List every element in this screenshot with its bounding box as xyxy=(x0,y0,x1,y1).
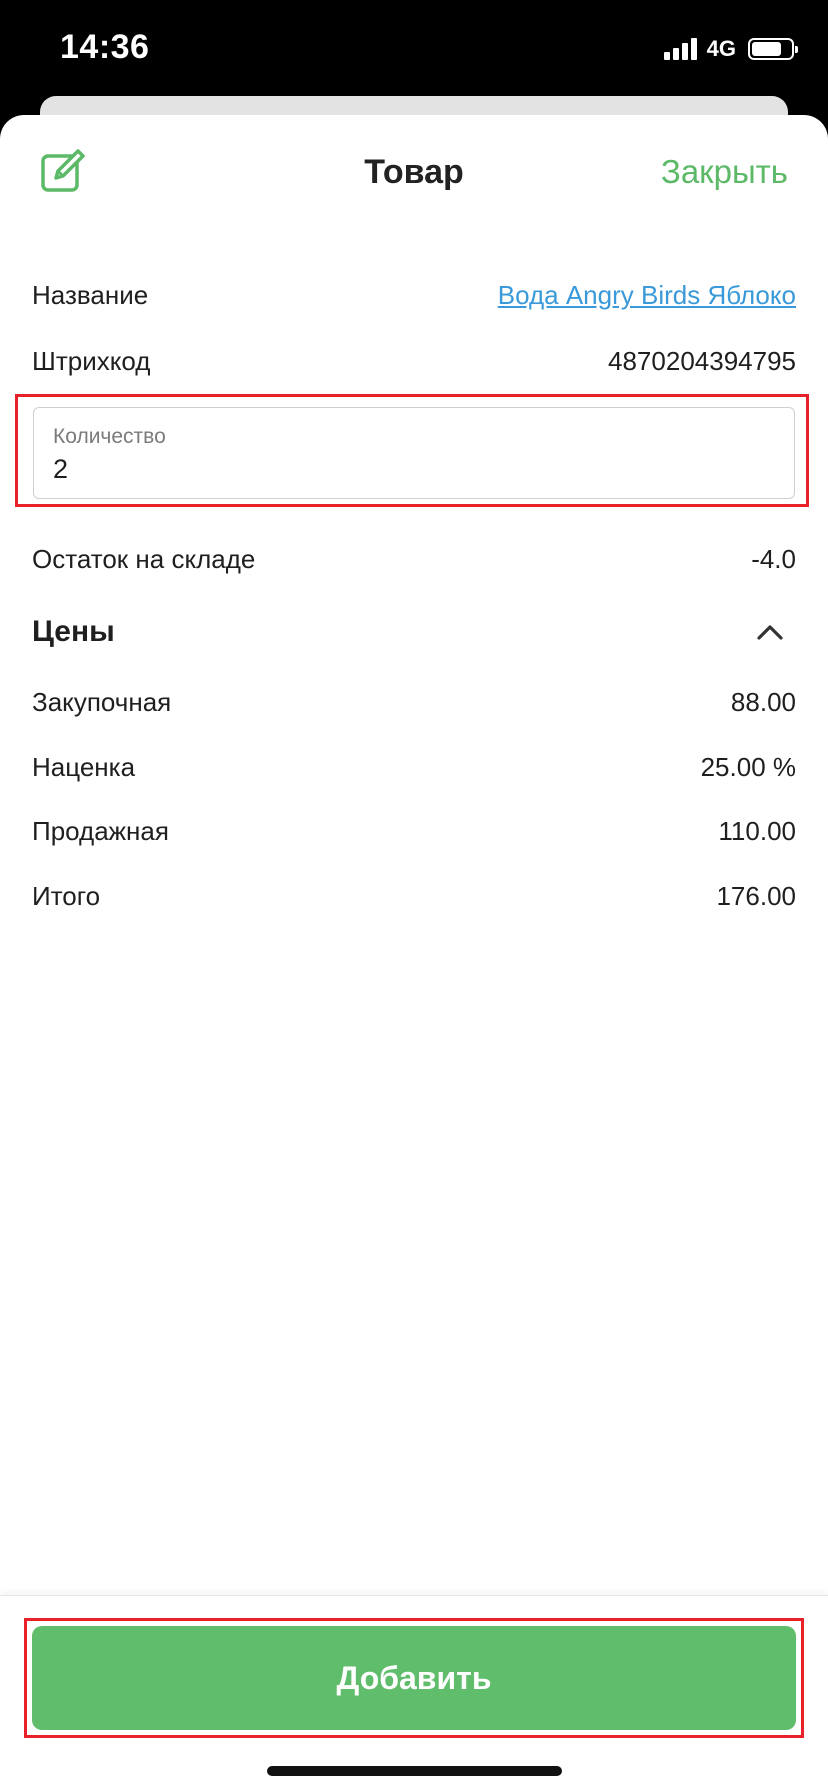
sheet-footer: Добавить xyxy=(0,1595,828,1792)
product-name-link[interactable]: Вода Angry Birds Яблоко xyxy=(498,280,796,311)
price-label: Закупочная xyxy=(32,686,172,717)
barcode-row: Штрихкод 4870204394795 xyxy=(32,336,796,386)
price-row-total: Итого 176.00 xyxy=(32,871,796,921)
signal-strength-icon xyxy=(663,38,697,60)
stock-row: Остаток на складе -4.0 xyxy=(32,534,796,584)
add-button[interactable]: Добавить xyxy=(32,1626,796,1730)
chevron-up-icon[interactable] xyxy=(750,612,790,652)
price-label: Итого xyxy=(32,880,101,911)
quantity-label: Количество xyxy=(53,425,166,448)
price-row-purchase: Закупочная 88.00 xyxy=(32,677,796,727)
price-value: 25.00 % xyxy=(700,751,796,782)
price-row-sale: Продажная 110.00 xyxy=(32,806,796,856)
status-indicators: 4G xyxy=(663,36,798,62)
price-value: 110.00 xyxy=(718,815,796,846)
sheet-header: Товар Закрыть xyxy=(0,115,828,230)
prices-section-header[interactable]: Цены xyxy=(32,607,796,657)
prices-section-title: Цены xyxy=(32,615,115,648)
price-label: Наценка xyxy=(32,751,136,782)
home-indicator xyxy=(267,1766,562,1776)
product-name-row: Название Вода Angry Birds Яблоко xyxy=(32,270,796,320)
price-value: 176.00 xyxy=(716,880,796,911)
status-bar: 14:36 4G xyxy=(0,0,828,100)
battery-level xyxy=(752,42,781,56)
quantity-field[interactable]: Количество 2 xyxy=(33,407,795,499)
price-row-markup: Наценка 25.00 % xyxy=(32,742,796,792)
stock-label: Остаток на складе xyxy=(32,543,256,574)
product-sheet: Товар Закрыть Название Вода Angry Birds … xyxy=(0,115,828,1792)
quantity-value[interactable]: 2 xyxy=(53,454,68,485)
network-type: 4G xyxy=(706,36,736,61)
status-time: 14:36 xyxy=(60,28,150,66)
price-label: Продажная xyxy=(32,815,169,846)
barcode-label: Штрихкод xyxy=(32,345,151,376)
barcode-value: 4870204394795 xyxy=(608,345,796,376)
stock-value: -4.0 xyxy=(751,543,796,574)
close-button[interactable]: Закрыть xyxy=(661,153,788,191)
battery-icon xyxy=(748,38,798,60)
price-value: 88.00 xyxy=(730,686,796,717)
product-name-label: Название xyxy=(32,279,149,310)
